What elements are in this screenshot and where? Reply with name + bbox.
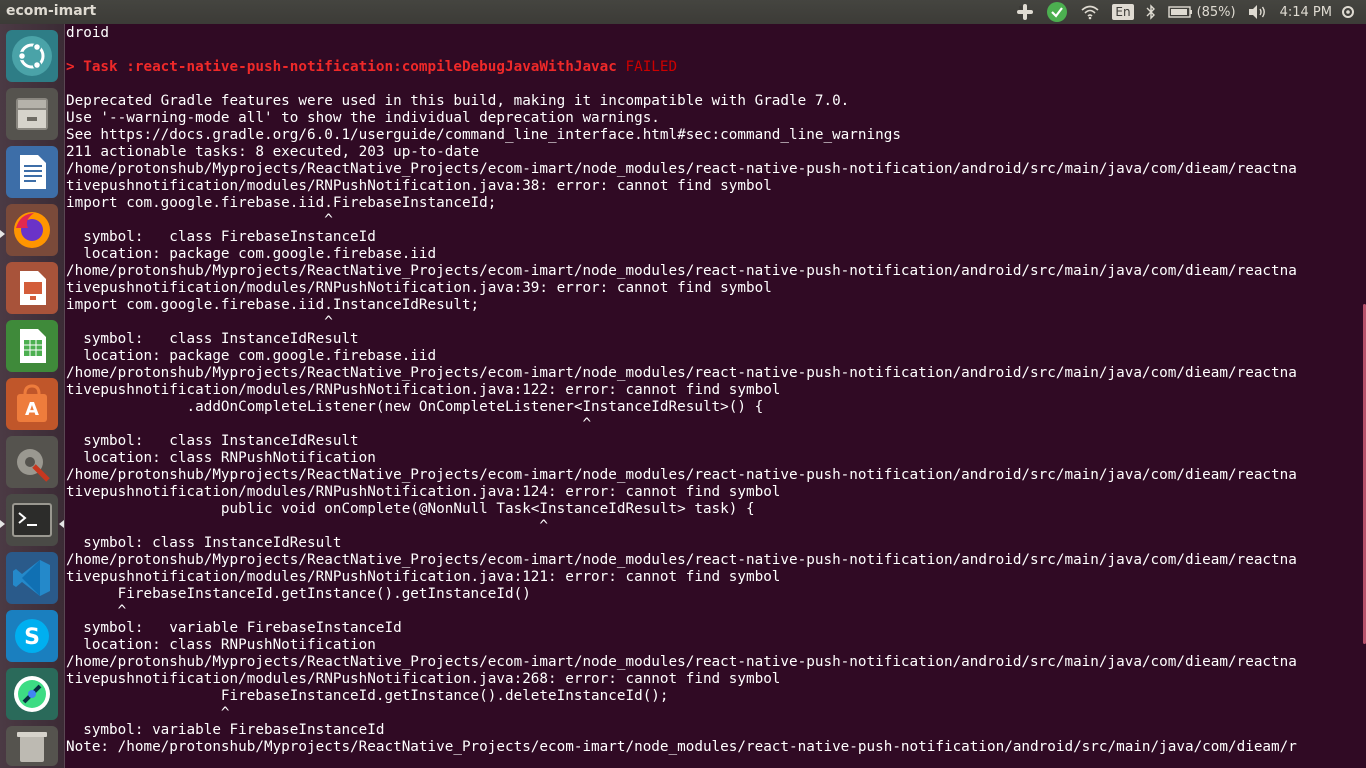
active-window-title: ecom-imart [6,3,97,19]
terminal-line: ^ [66,416,592,432]
language-label: En [1112,4,1134,20]
task-status: FAILED [625,59,678,75]
terminal-line: tivepushnotification/modules/RNPushNotif… [66,280,772,296]
battery-icon [1167,6,1192,18]
terminal-line: /home/protonshub/Myprojects/ReactNative_… [66,654,1297,670]
running-indicator [0,230,5,238]
terminal-line: FirebaseInstanceId.getInstance().getInst… [66,586,531,602]
terminal-line: FirebaseInstanceId.getInstance().deleteI… [66,688,669,704]
wifi-icon[interactable] [1080,0,1100,24]
terminal-line: 211 actionable tasks: 8 executed, 203 up… [66,144,480,160]
terminal-output[interactable]: droid > Task :react-native-push-notifica… [65,24,1366,768]
terminal-icon[interactable] [6,494,58,546]
battery-percentage: (85%) [1196,4,1236,20]
terminal-line: symbol: class FirebaseInstanceId [66,229,376,245]
terminal-line: Deprecated Gradle features were used in … [66,93,850,109]
terminal-line: /home/protonshub/Myprojects/ReactNative_… [66,263,1297,279]
terminal-line: ^ [66,212,333,228]
terminal-line: symbol: class InstanceIdResult [66,433,359,449]
terminal-line: location: class RNPushNotification [66,450,376,466]
svg-text:A: A [25,399,39,420]
terminal-line: ^ [66,314,333,330]
terminal-line: ^ [66,518,549,534]
bluetooth-icon[interactable] [1146,0,1156,24]
power-gear-icon[interactable] [1340,0,1356,24]
top-panel: ecom-imart En (85%) 4:14 PM [0,0,1366,24]
svg-text:S: S [24,625,40,650]
libreoffice-impress-icon[interactable] [6,262,58,314]
terminal-line: tivepushnotification/modules/RNPushNotif… [66,178,772,194]
libreoffice-calc-icon[interactable] [6,320,58,372]
trash-icon[interactable] [6,726,58,766]
terminal-line: /home/protonshub/Myprojects/ReactNative_… [66,467,1297,483]
libreoffice-writer-icon[interactable] [6,146,58,198]
files-icon[interactable] [6,88,58,140]
running-indicator [0,520,5,528]
terminal-line: symbol: variable FirebaseInstanceId [66,620,402,636]
terminal-line: public void onComplete(@NonNull Task<Ins… [66,501,755,517]
launcher: A S [0,24,65,768]
terminal-line: location: package com.google.firebase.ii… [66,246,437,262]
terminal-line: See https://docs.gradle.org/6.0.1/usergu… [66,127,901,143]
terminal-line: tivepushnotification/modules/RNPushNotif… [66,382,781,398]
terminal-line: import com.google.firebase.iid.FirebaseI… [66,195,497,211]
terminal-line: tivepushnotification/modules/RNPushNotif… [66,484,781,500]
terminal-line: /home/protonshub/Myprojects/ReactNative_… [66,552,1297,568]
keyboard-language-indicator[interactable]: En [1112,0,1134,24]
ubuntu-dash-icon[interactable] [6,30,58,82]
android-studio-icon[interactable] [6,668,58,720]
terminal-line: Use '--warning-mode all' to show the ind… [66,110,660,126]
task-failed-line: > Task :react-native-push-notification:c… [66,59,677,76]
terminal-line: /home/protonshub/Myprojects/ReactNative_… [66,365,1297,381]
slack-icon[interactable] [1016,0,1034,24]
terminal-line: /home/protonshub/Myprojects/ReactNative_… [66,161,1297,177]
terminal-line: symbol: class InstanceIdResult [66,535,342,551]
volume-icon[interactable] [1248,0,1268,24]
firefox-icon[interactable] [6,204,58,256]
terminal-line: ^ [66,705,230,721]
terminal-line: tivepushnotification/modules/RNPushNotif… [66,671,781,687]
terminal-line: import com.google.firebase.iid.InstanceI… [66,297,480,313]
clock[interactable]: 4:14 PM [1280,0,1332,24]
terminal-line: .addOnCompleteListener(new OnCompleteLis… [66,399,764,415]
terminal-line: location: class RNPushNotification [66,637,376,653]
terminal-line: droid [66,25,110,41]
update-check-icon[interactable] [1046,0,1068,24]
terminal-line: symbol: variable FirebaseInstanceId [66,722,385,738]
system-settings-icon[interactable] [6,436,58,488]
task-name: > Task :react-native-push-notification:c… [66,59,626,75]
terminal-line: ^ [66,603,127,619]
skype-icon[interactable]: S [6,610,58,662]
terminal-line: Note: /home/protonshub/Myprojects/ReactN… [66,739,1297,755]
focused-indicator [59,520,64,528]
battery-indicator[interactable]: (85%) [1167,0,1236,24]
vscode-icon[interactable] [6,552,58,604]
terminal-line: tivepushnotification/modules/RNPushNotif… [66,569,781,585]
ubuntu-software-icon[interactable]: A [6,378,58,430]
terminal-line: location: package com.google.firebase.ii… [66,348,437,364]
system-tray: En (85%) 4:14 PM [1016,0,1366,24]
terminal-line: symbol: class InstanceIdResult [66,331,359,347]
